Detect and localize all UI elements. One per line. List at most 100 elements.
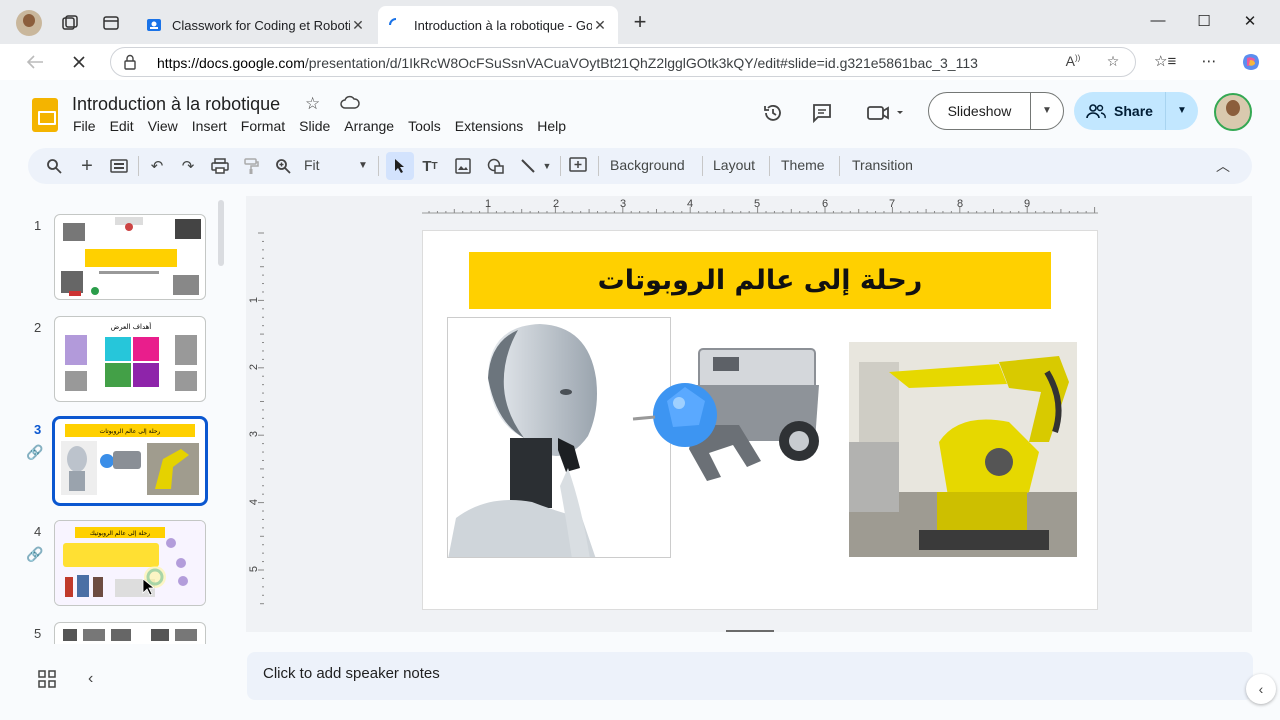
tab-introduction[interactable]: Introduction à la robotique - Google ✕ bbox=[378, 6, 618, 44]
star-icon[interactable]: ☆ bbox=[305, 94, 320, 114]
read-aloud-icon[interactable]: A)) bbox=[1063, 53, 1083, 73]
slides-logo-icon[interactable] bbox=[32, 98, 58, 132]
zoom-icon[interactable] bbox=[271, 154, 295, 178]
document-title[interactable]: Introduction à la robotique bbox=[72, 94, 280, 115]
share-dropdown-chevron-icon[interactable]: ▼ bbox=[1166, 92, 1198, 130]
address-bar: https://docs.google.com/presentation/d/1… bbox=[0, 44, 1280, 80]
menu-view[interactable]: View bbox=[148, 118, 178, 134]
new-slide-icon[interactable]: + bbox=[75, 154, 99, 178]
favorites-icon[interactable]: ☆≡ bbox=[1154, 52, 1176, 74]
layout-button[interactable]: Layout bbox=[713, 157, 755, 173]
close-tab-icon[interactable]: ✕ bbox=[350, 17, 366, 34]
ruler-label: 1 bbox=[485, 198, 491, 210]
menu-format[interactable]: Format bbox=[241, 118, 285, 134]
theme-button[interactable]: Theme bbox=[781, 157, 825, 173]
filmstrip-scrollbar[interactable] bbox=[218, 200, 224, 266]
new-tab-button[interactable]: + bbox=[628, 11, 652, 35]
menu-insert[interactable]: Insert bbox=[192, 118, 227, 134]
zoom-select[interactable]: Fit bbox=[304, 157, 320, 173]
ruler-label: 7 bbox=[889, 198, 895, 210]
slide-number: 5 bbox=[34, 626, 42, 641]
collapse-toolbar-chevron-icon[interactable]: ︿ bbox=[1216, 156, 1230, 176]
maximize-button[interactable]: ☐ bbox=[1192, 12, 1216, 32]
undo-icon[interactable]: ↶ bbox=[145, 154, 169, 178]
line-icon[interactable] bbox=[516, 154, 540, 178]
select-cursor-icon[interactable] bbox=[386, 152, 414, 180]
version-history-icon[interactable] bbox=[760, 100, 786, 126]
industrial-robot-arm-image[interactable] bbox=[849, 342, 1077, 557]
slideshow-label[interactable]: Slideshow bbox=[929, 93, 1031, 129]
cloud-status-icon[interactable] bbox=[340, 95, 360, 111]
share-label-group[interactable]: Share bbox=[1074, 92, 1166, 130]
slide-filmstrip: 1 2 أهداف العرض 3 🔗 رحلة إلى عالم الروبو… bbox=[0, 196, 230, 644]
menu-tools[interactable]: Tools bbox=[408, 118, 441, 134]
slideshow-dropdown-chevron-icon[interactable]: ▼ bbox=[1031, 93, 1063, 129]
collapse-filmstrip-chevron-icon[interactable]: ‹ bbox=[88, 670, 93, 688]
tab-classwork[interactable]: Classwork for Coding et Robotique ✕ bbox=[136, 6, 376, 44]
close-tab-icon[interactable]: ✕ bbox=[592, 17, 608, 34]
menu-arrange[interactable]: Arrange bbox=[344, 118, 394, 134]
favorite-star-icon[interactable]: ☆ bbox=[1103, 53, 1123, 73]
text-box-icon[interactable]: TT bbox=[418, 154, 442, 178]
slide-thumbnail-2[interactable]: أهداف العرض bbox=[54, 316, 206, 402]
account-avatar[interactable] bbox=[1214, 93, 1252, 131]
slide-thumbnail-5[interactable] bbox=[54, 622, 206, 644]
lego-robot-image[interactable] bbox=[629, 345, 825, 485]
more-menu-icon[interactable]: ⋯ bbox=[1198, 52, 1220, 74]
print-icon[interactable] bbox=[208, 154, 232, 178]
shape-icon[interactable] bbox=[484, 154, 508, 178]
slide-thumbnail-3[interactable]: رحلة إلى عالم الروبوتات bbox=[52, 416, 208, 506]
ruler-label: 2 bbox=[553, 198, 559, 210]
lock-icon[interactable] bbox=[123, 54, 137, 70]
show-side-panel-chevron-icon[interactable]: ‹ bbox=[1246, 674, 1276, 704]
minimize-button[interactable]: — bbox=[1146, 12, 1170, 32]
insert-image-icon[interactable] bbox=[451, 154, 475, 178]
slide-number: 4 bbox=[34, 524, 42, 539]
tab-title: Classwork for Coding et Robotique bbox=[172, 17, 350, 33]
menu-file[interactable]: File bbox=[73, 118, 96, 134]
comments-icon[interactable] bbox=[809, 100, 835, 126]
ruler-label: 4 bbox=[687, 198, 693, 210]
redo-icon[interactable]: ↷ bbox=[176, 154, 200, 178]
thumb-title: رحلة إلى عالم الروبوتيك bbox=[90, 530, 150, 537]
slide-number: 3 bbox=[34, 422, 42, 437]
layout-picker-icon[interactable] bbox=[107, 154, 131, 178]
slide-thumbnail-4[interactable]: رحلة إلى عالم الروبوتيك bbox=[54, 520, 206, 606]
speaker-notes-placeholder[interactable]: Click to add speaker notes bbox=[263, 665, 440, 682]
ruler-label: 9 bbox=[1024, 198, 1030, 210]
background-button[interactable]: Background bbox=[610, 157, 685, 173]
menu-slide[interactable]: Slide bbox=[299, 118, 330, 134]
people-icon bbox=[1086, 104, 1106, 119]
loading-spinner-icon bbox=[389, 18, 397, 26]
stop-loading-icon[interactable] bbox=[66, 50, 92, 74]
browser-tab-strip: Classwork for Coding et Robotique ✕ Intr… bbox=[0, 0, 1280, 46]
browser-profile-avatar[interactable] bbox=[16, 10, 42, 36]
url-input[interactable]: https://docs.google.com/presentation/d/1… bbox=[110, 47, 1136, 77]
share-button[interactable]: Share ▼ bbox=[1074, 92, 1198, 130]
tab-actions-icon[interactable] bbox=[99, 11, 123, 35]
menu-help[interactable]: Help bbox=[537, 118, 566, 134]
slide-canvas-area: 1 2 3 4 5 6 7 8 9 1 2 3 4 5 رحلة إلى عال… bbox=[246, 196, 1252, 632]
add-comment-icon[interactable] bbox=[566, 154, 590, 178]
slideshow-button[interactable]: Slideshow ▼ bbox=[928, 92, 1064, 130]
line-dropdown-chevron-icon[interactable]: ▼ bbox=[540, 154, 554, 178]
slide-title-box[interactable]: رحلة إلى عالم الروبوتات bbox=[469, 252, 1051, 309]
transition-button[interactable]: Transition bbox=[852, 157, 913, 173]
meet-call-icon[interactable] bbox=[864, 100, 908, 126]
back-arrow-icon[interactable] bbox=[22, 50, 48, 74]
copilot-icon[interactable] bbox=[1240, 52, 1262, 74]
current-slide[interactable]: رحلة إلى عالم الروبوتات bbox=[422, 230, 1098, 610]
close-window-button[interactable]: ✕ bbox=[1238, 12, 1262, 32]
menu-extensions[interactable]: Extensions bbox=[455, 118, 523, 134]
linked-slide-icon: 🔗 bbox=[26, 444, 44, 460]
workspaces-icon[interactable] bbox=[58, 11, 82, 35]
search-menus-icon[interactable] bbox=[42, 154, 66, 178]
notes-resize-handle[interactable] bbox=[726, 630, 774, 632]
menu-edit[interactable]: Edit bbox=[110, 118, 134, 134]
slide-thumbnail-1[interactable] bbox=[54, 214, 206, 300]
grid-view-icon[interactable] bbox=[38, 670, 56, 688]
zoom-dropdown-chevron-icon[interactable]: ▼ bbox=[358, 160, 368, 171]
paint-format-icon[interactable] bbox=[239, 154, 263, 178]
speaker-notes[interactable]: Click to add speaker notes bbox=[247, 652, 1253, 700]
classroom-icon bbox=[147, 19, 161, 31]
